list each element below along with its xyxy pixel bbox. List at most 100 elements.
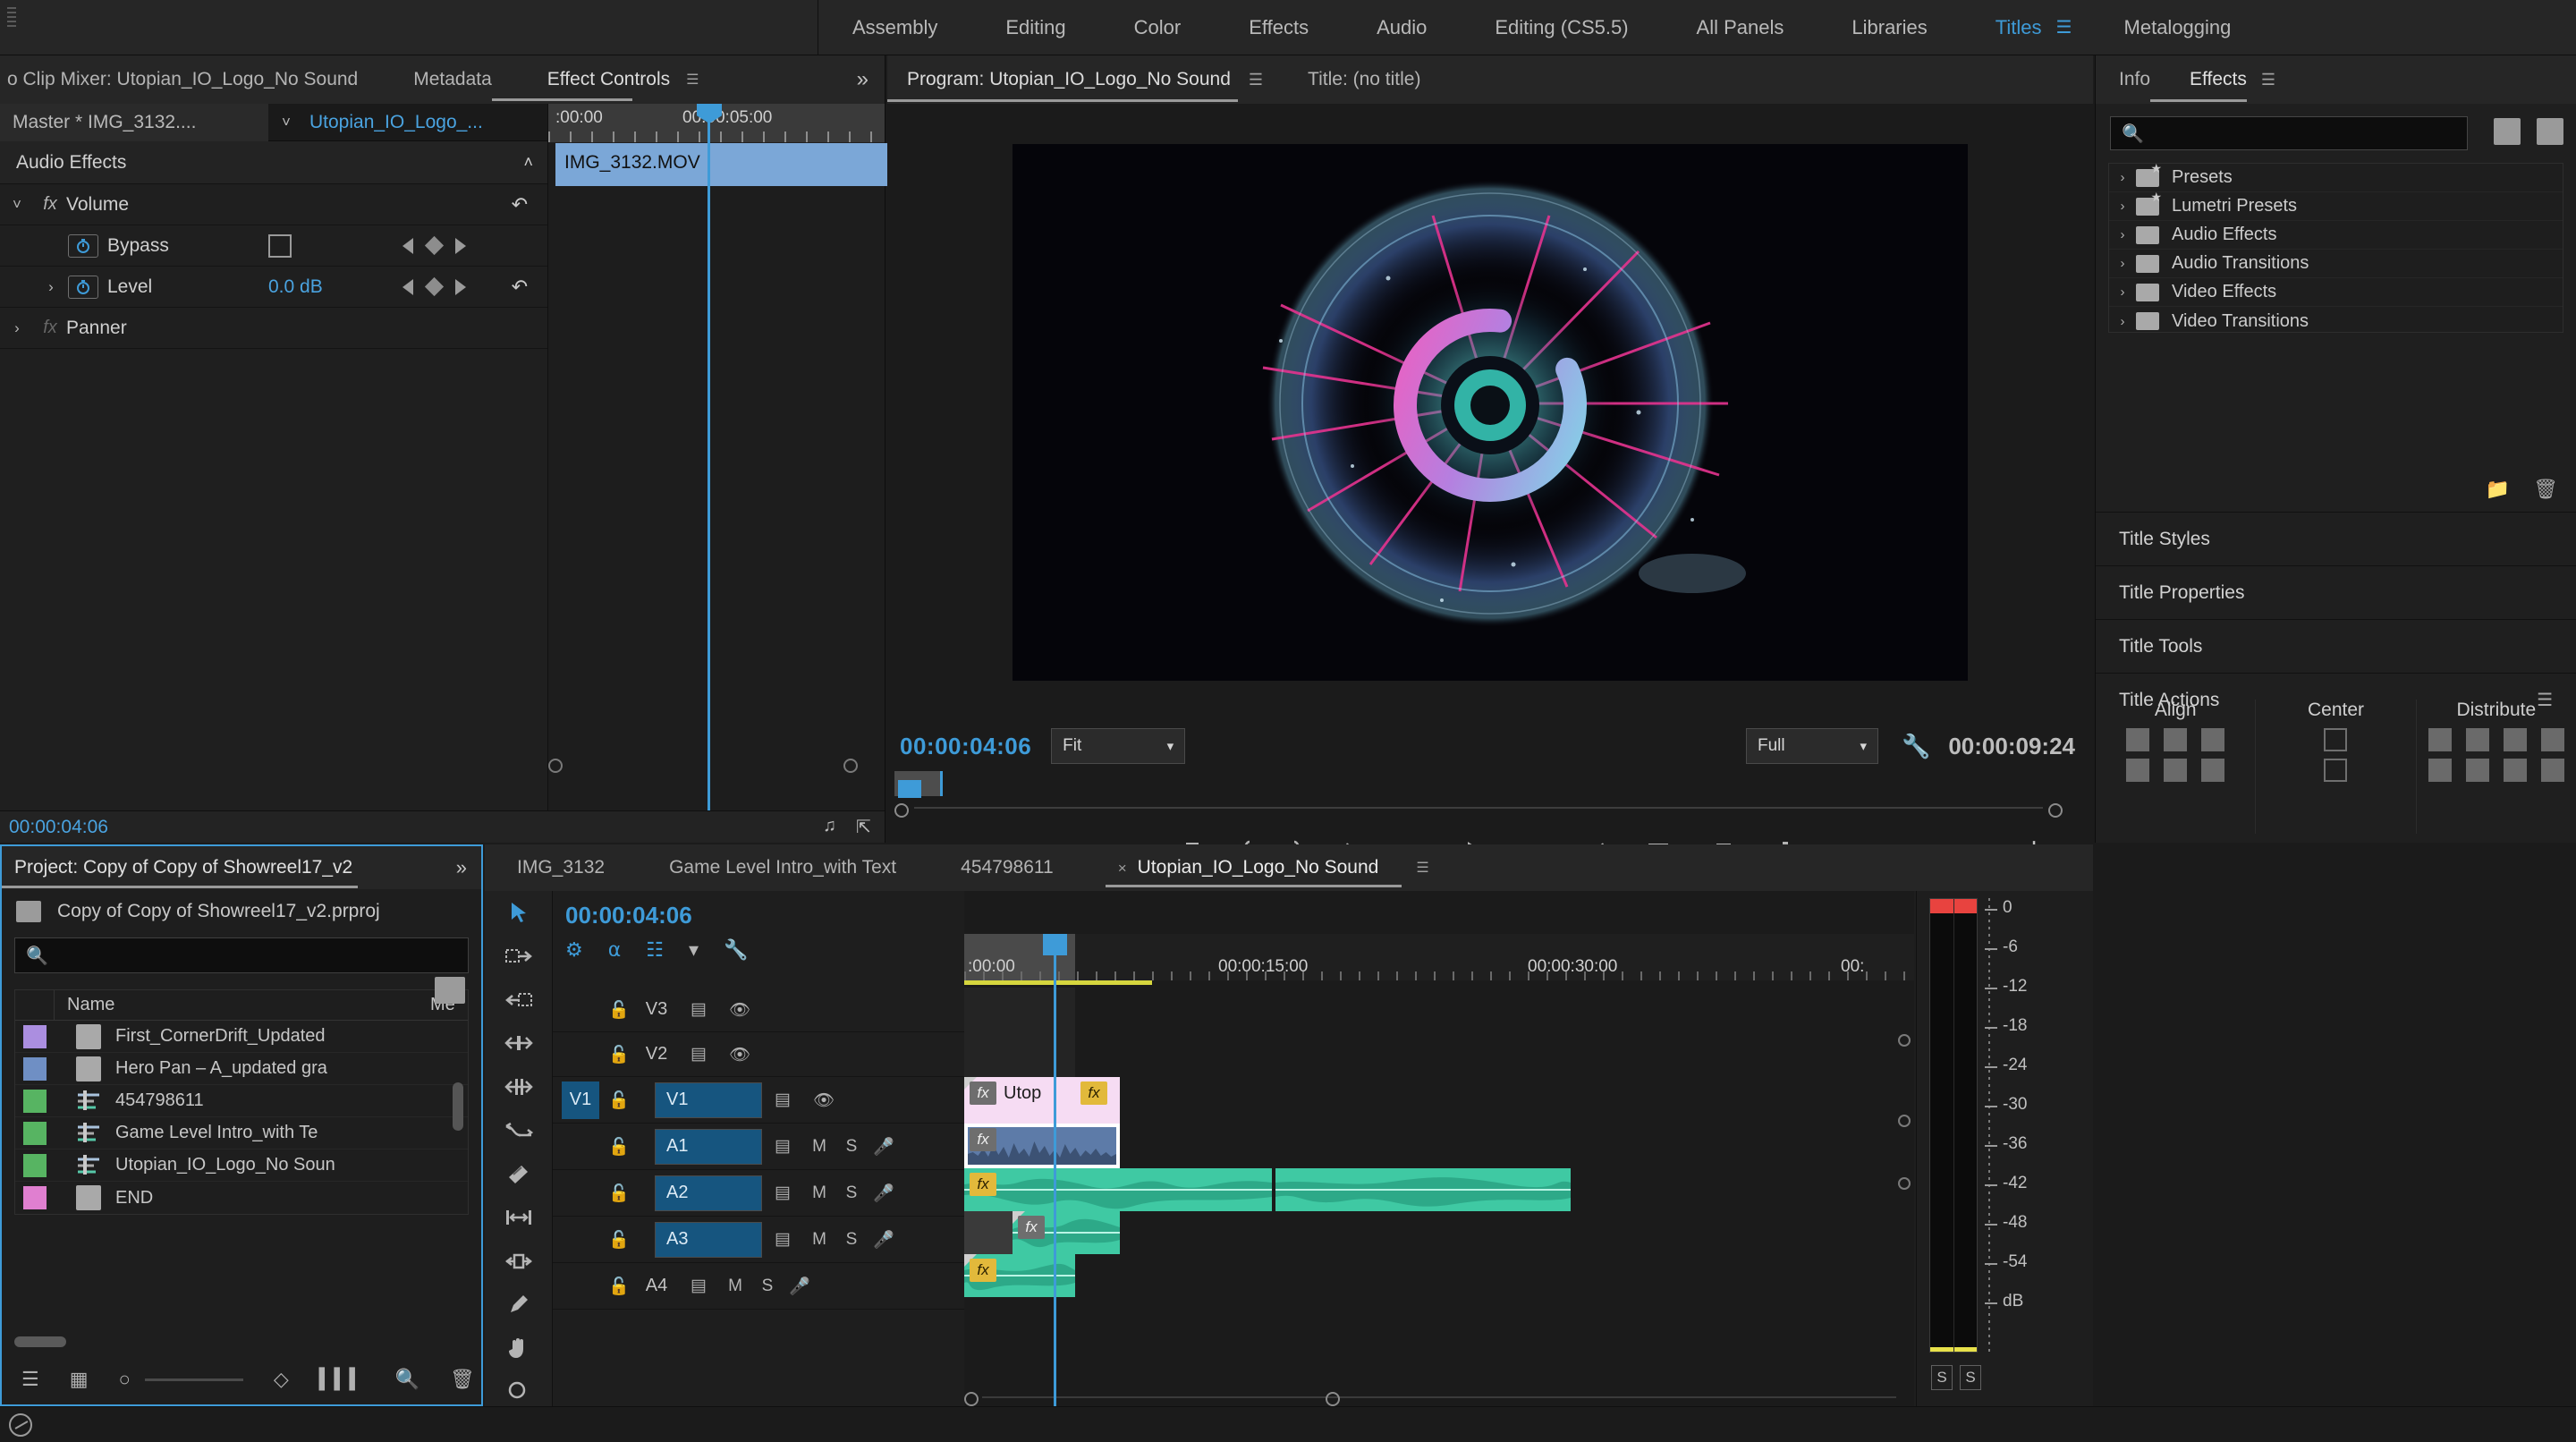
timeline-clip-area[interactable]: :00:00 00:00:15:00 00:00:30:00 00: fx Ut… xyxy=(964,891,1914,1406)
mute-button-a1[interactable]: M xyxy=(803,1137,835,1157)
ec-horizontal-scrollbar[interactable] xyxy=(548,759,861,773)
voice-over-icon[interactable]: 🎤 xyxy=(784,1276,816,1297)
delete-custom-item-icon[interactable]: 🗑 xyxy=(2533,478,2558,501)
fx-badge-icon[interactable]: fx xyxy=(970,1259,996,1282)
align-left-icon[interactable] xyxy=(2126,728,2150,751)
effects-tree-item-video-transitions[interactable]: › Video Transitions xyxy=(2109,307,2563,335)
ec-scroll-knob-left[interactable] xyxy=(548,759,563,773)
program-monitor-video[interactable] xyxy=(1013,144,1968,681)
project-horizontal-scrollbar[interactable] xyxy=(14,1336,66,1347)
32bit-color-icon[interactable] xyxy=(2537,118,2563,145)
timeline-vscroll-knob-top[interactable] xyxy=(1898,1034,1911,1047)
mute-button-a4[interactable]: M xyxy=(719,1277,751,1296)
workspace-tab-assembly[interactable]: Assembly xyxy=(818,0,971,55)
stopwatch-icon[interactable] xyxy=(68,275,98,299)
project-item-row[interactable]: END xyxy=(15,1182,468,1214)
add-keyframe-icon[interactable] xyxy=(424,235,445,256)
center-vertically-icon[interactable] xyxy=(2324,759,2348,782)
rate-stretch-tool-icon[interactable] xyxy=(499,1115,538,1145)
timeline-hscroll-knob-left[interactable] xyxy=(964,1392,979,1406)
solo-button-a2[interactable]: S xyxy=(835,1183,868,1203)
fit-zoom-dropdown[interactable]: Fit ▾ xyxy=(1051,728,1186,764)
timeline-tab-img3132[interactable]: IMG_3132 xyxy=(485,857,637,878)
no-entry-icon[interactable] xyxy=(9,1412,32,1437)
eye-icon[interactable]: 👁 xyxy=(719,999,760,1021)
chevron-right-icon[interactable]: › xyxy=(2109,284,2136,300)
track-header-v2[interactable]: 🔓 V2 ▤ 👁 xyxy=(553,1032,964,1077)
add-marker-icon[interactable]: ▾ xyxy=(689,938,699,962)
bypass-row[interactable]: Bypass xyxy=(0,225,547,267)
project-item-row[interactable]: Hero Pan – A_updated gra xyxy=(15,1053,468,1085)
volume-effect-row[interactable]: ˅ fx Volume ↶ xyxy=(0,184,547,225)
timeline-tab-game-level-intro[interactable]: Game Level Intro_with Text xyxy=(637,857,928,878)
fx-badge-icon[interactable]: fx xyxy=(1080,1082,1107,1105)
timeline-clip-a2-b[interactable] xyxy=(1275,1168,1571,1211)
tab-info[interactable]: Info xyxy=(2096,69,2150,90)
section-title-tools[interactable]: Title Tools xyxy=(2096,619,2576,673)
distribute-even-h-icon[interactable] xyxy=(2540,728,2564,751)
timeline-clip-a1[interactable]: fx xyxy=(964,1124,1120,1168)
ec-footer-timecode[interactable]: 00:00:04:06 xyxy=(0,817,108,838)
timeline-clip-v1[interactable]: fx Utop xyxy=(964,1077,1075,1124)
close-icon[interactable]: × xyxy=(1118,860,1127,877)
timeline-clip-a3[interactable]: fx xyxy=(1013,1211,1120,1254)
chevron-up-icon[interactable]: ˄ xyxy=(523,153,533,172)
distribute-bottom-icon[interactable] xyxy=(2503,759,2527,782)
timeline-settings-wrench-icon[interactable]: 🔧 xyxy=(724,938,748,962)
track-name-a1[interactable]: A1 xyxy=(655,1128,762,1165)
track-header-a2[interactable]: 🔓 A2 ▤ M S 🎤 xyxy=(553,1170,964,1217)
effect-controls-menu-icon[interactable]: ☰ xyxy=(686,71,699,89)
lock-icon[interactable]: 🔓 xyxy=(603,1276,635,1297)
workspace-tab-effects[interactable]: Effects xyxy=(1215,0,1343,55)
meter-peak-indicator[interactable] xyxy=(1930,899,1953,913)
effects-tree-item-audio-transitions[interactable]: › Audio Transitions xyxy=(2109,250,2563,278)
zoom-slider-track[interactable] xyxy=(144,1378,243,1381)
sync-lock-icon[interactable]: ▤ xyxy=(678,1276,719,1296)
fx-badge-icon[interactable]: fx xyxy=(1018,1216,1045,1239)
pen-tool-icon[interactable] xyxy=(499,1290,538,1319)
track-name-v2[interactable]: V2 xyxy=(635,1044,678,1065)
voice-over-icon[interactable]: 🎤 xyxy=(868,1229,900,1251)
sync-lock-icon[interactable]: ▤ xyxy=(762,1229,803,1250)
hand-tool-icon[interactable] xyxy=(499,1334,538,1363)
tab-title-panel[interactable]: Title: (no title) xyxy=(1263,69,1420,90)
track-name-v3[interactable]: V3 xyxy=(635,999,678,1020)
timeline-tab-utopian-io-logo[interactable]: × Utopian_IO_Logo_No Sound xyxy=(1086,857,1411,887)
track-name-v1[interactable]: V1 xyxy=(655,1082,762,1118)
new-custom-bin-icon[interactable]: 📁 xyxy=(2486,478,2510,501)
find-icon[interactable] xyxy=(435,977,465,1004)
timeline-tab-454798611[interactable]: 454798611 xyxy=(928,857,1086,878)
track-select-backward-tool-icon[interactable] xyxy=(499,985,538,1014)
playback-resolution-dropdown[interactable]: Full ▾ xyxy=(1745,728,1878,764)
effects-panel-menu-icon[interactable]: ☰ xyxy=(2261,71,2275,89)
master-clip-label[interactable]: Master * IMG_3132.... xyxy=(0,103,268,141)
workspace-tab-all-panels[interactable]: All Panels xyxy=(1663,0,1818,55)
solo-button-a1[interactable]: S xyxy=(835,1137,868,1157)
workspace-tab-libraries[interactable]: Libraries xyxy=(1818,0,1961,55)
program-monitor-menu-icon[interactable]: ☰ xyxy=(1249,71,1263,89)
solo-button-a4[interactable]: S xyxy=(751,1277,784,1296)
timeline-vscroll-knob-mid[interactable] xyxy=(1898,1115,1911,1127)
program-zoom-knob-left[interactable] xyxy=(894,803,909,818)
fx-badge-icon[interactable]: fx xyxy=(970,1173,996,1196)
nest-toggle-icon[interactable]: ⚙ xyxy=(565,938,583,962)
track-select-forward-tool-icon[interactable] xyxy=(499,942,538,971)
project-search-input[interactable] xyxy=(47,946,402,965)
project-item-row[interactable]: 454798611 xyxy=(15,1085,468,1117)
effects-search-input[interactable] xyxy=(2143,123,2467,143)
selection-tool-icon[interactable] xyxy=(499,898,538,928)
tab-metadata[interactable]: Metadata xyxy=(358,69,492,90)
distribute-left-icon[interactable] xyxy=(2428,728,2452,751)
stopwatch-icon[interactable] xyxy=(68,233,98,258)
ec-scroll-knob-right[interactable] xyxy=(843,759,858,773)
timeline-clip-v1-b[interactable]: fx xyxy=(1075,1077,1120,1124)
tab-program-monitor[interactable]: Program: Utopian_IO_Logo_No Sound xyxy=(887,69,1238,102)
audio-effects-section-header[interactable]: Audio Effects ˄ xyxy=(0,141,547,184)
ripple-edit-tool-icon[interactable] xyxy=(499,1029,538,1058)
program-zoom-knob-right[interactable] xyxy=(2048,803,2063,818)
distribute-middle-icon[interactable] xyxy=(2465,759,2489,782)
lock-icon[interactable]: 🔓 xyxy=(603,1090,635,1111)
distribute-even-v-icon[interactable] xyxy=(2540,759,2564,782)
meter-peak-indicator[interactable] xyxy=(1953,899,1977,913)
workspace-tab-editing[interactable]: Editing xyxy=(971,0,1099,55)
